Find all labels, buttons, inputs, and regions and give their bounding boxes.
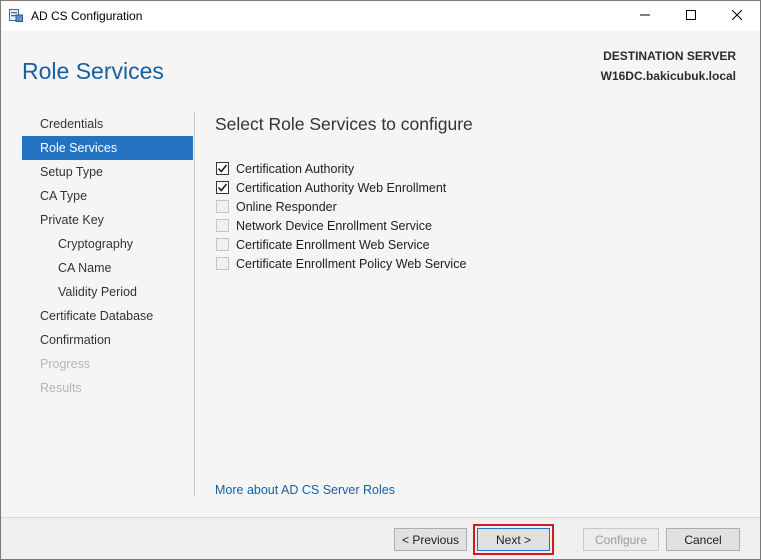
cancel-button[interactable]: Cancel (666, 528, 740, 551)
nav-item-validity-period[interactable]: Validity Period (22, 280, 193, 304)
wizard-navigation: Credentials Role Services Setup Type CA … (22, 112, 193, 400)
nav-item-ca-type[interactable]: CA Type (22, 184, 193, 208)
maximize-icon (686, 9, 696, 23)
window-title: AD CS Configuration (31, 9, 143, 23)
minimize-icon (640, 9, 650, 23)
checkbox-checked[interactable] (216, 181, 229, 194)
role-label: Online Responder (236, 199, 337, 214)
role-label: Certificate Enrollment Web Service (236, 237, 430, 252)
role-label: Certification Authority (236, 161, 355, 176)
nav-item-role-services[interactable]: Role Services (22, 136, 193, 160)
close-icon (731, 9, 743, 23)
role-ca-web-enrollment[interactable]: Certification Authority Web Enrollment (216, 178, 466, 197)
role-label: Network Device Enrollment Service (236, 218, 432, 233)
checkbox-unchecked[interactable] (216, 200, 229, 213)
checkbox-checked[interactable] (216, 162, 229, 175)
nav-item-certificate-database[interactable]: Certificate Database (22, 304, 193, 328)
checkbox-unchecked[interactable] (216, 238, 229, 251)
nav-item-cryptography[interactable]: Cryptography (22, 232, 193, 256)
nav-item-confirmation[interactable]: Confirmation (22, 328, 193, 352)
role-services-list: Certification Authority Certification Au… (216, 159, 466, 273)
role-label: Certificate Enrollment Policy Web Servic… (236, 256, 467, 271)
role-online-responder[interactable]: Online Responder (216, 197, 466, 216)
destination-server-label: DESTINATION SERVER (603, 49, 736, 63)
role-label: Certification Authority Web Enrollment (236, 180, 447, 195)
title-bar[interactable]: AD CS Configuration (1, 1, 760, 31)
nav-item-ca-name[interactable]: CA Name (22, 256, 193, 280)
destination-server-name: W16DC.bakicubuk.local (600, 69, 736, 83)
configure-button: Configure (583, 528, 659, 551)
section-title: Select Role Services to configure (215, 114, 473, 134)
checkbox-unchecked[interactable] (216, 257, 229, 270)
nav-item-results: Results (40, 381, 82, 395)
next-button[interactable]: Next > (477, 528, 550, 551)
nav-item-credentials[interactable]: Credentials (22, 112, 193, 136)
page-title: Role Services (22, 58, 164, 84)
role-certification-authority[interactable]: Certification Authority (216, 159, 466, 178)
server-manager-icon (9, 9, 23, 22)
checkbox-unchecked[interactable] (216, 219, 229, 232)
nav-item-setup-type[interactable]: Setup Type (22, 160, 193, 184)
close-button[interactable] (714, 1, 760, 31)
maximize-button[interactable] (668, 1, 714, 31)
nav-divider (194, 112, 195, 496)
more-about-roles-link[interactable]: More about AD CS Server Roles (215, 483, 395, 497)
previous-button[interactable]: < Previous (394, 528, 467, 551)
role-cert-enrollment-policy-web-service[interactable]: Certificate Enrollment Policy Web Servic… (216, 254, 466, 273)
role-network-device-enrollment[interactable]: Network Device Enrollment Service (216, 216, 466, 235)
nav-item-progress: Progress (40, 357, 91, 371)
minimize-button[interactable] (622, 1, 668, 31)
ad-cs-configuration-window: AD CS Configuration Role Services DESTIN… (0, 0, 761, 560)
role-cert-enrollment-web-service[interactable]: Certificate Enrollment Web Service (216, 235, 466, 254)
nav-item-private-key[interactable]: Private Key (22, 208, 193, 232)
